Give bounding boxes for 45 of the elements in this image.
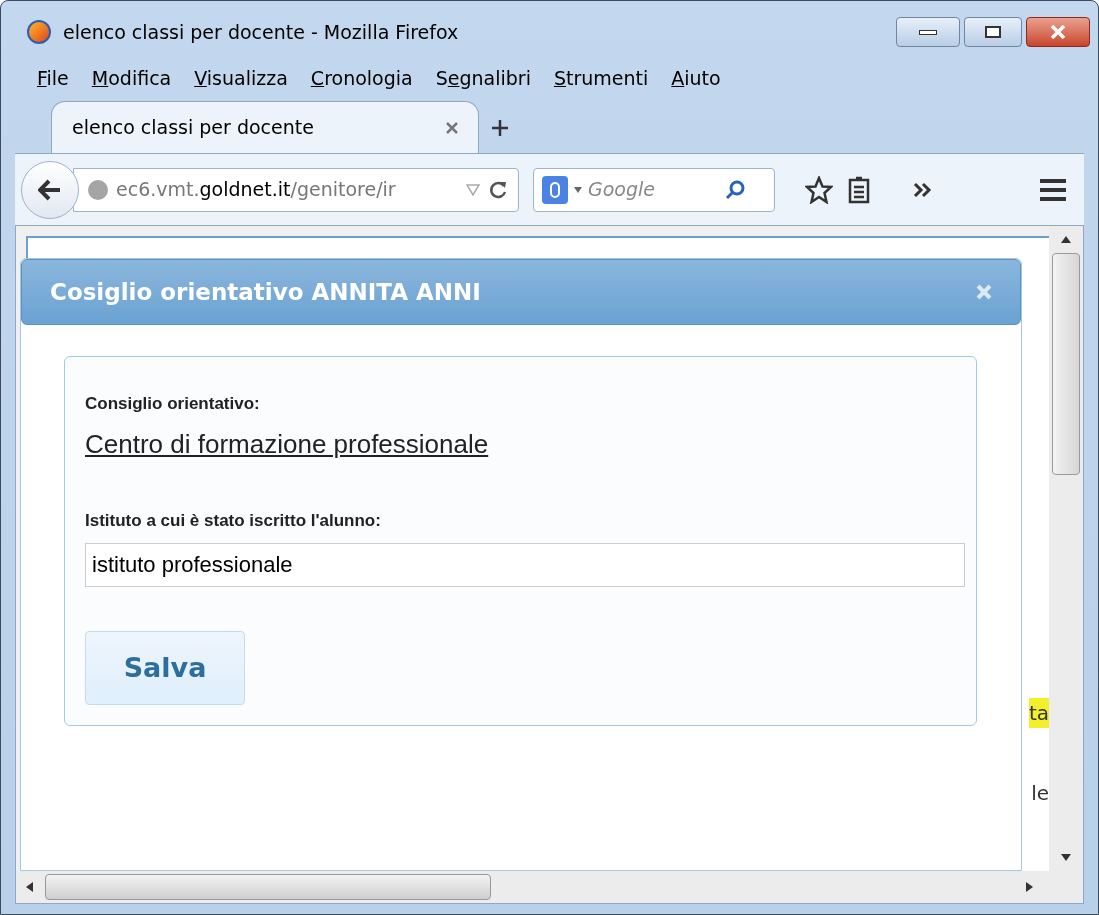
browser-tab[interactable]: elenco classi per docente <box>51 101 479 153</box>
scrollbar-thumb[interactable] <box>45 874 491 900</box>
search-field[interactable]: Google <box>533 167 775 212</box>
scroll-left-icon[interactable] <box>26 882 33 892</box>
menu-item[interactable]: Aiuto <box>671 63 721 93</box>
field-label: Istituto a cui è stato iscritto l'alunno: <box>85 509 382 532</box>
field-label: Consiglio orientativo: <box>85 393 261 415</box>
menu-icon[interactable] <box>1038 177 1068 202</box>
window-title: elenco classi per docente - Mozilla Firefox <box>63 19 459 45</box>
school-input-field[interactable]: istituto professionale <box>85 543 965 587</box>
menu-item[interactable]: Modifica <box>91 63 172 93</box>
star-icon[interactable] <box>805 175 833 204</box>
menu-item[interactable]: Visualizza <box>194 63 288 93</box>
menu-item[interactable]: Strumenti <box>553 63 649 93</box>
vertical-scrollbar[interactable] <box>1049 226 1083 871</box>
search-icon[interactable] <box>724 178 746 201</box>
search-input-field[interactable]: Google <box>588 175 718 204</box>
close-tab-icon[interactable] <box>446 121 458 134</box>
close-button[interactable] <box>1026 17 1090 47</box>
back-arrow-icon <box>38 178 62 201</box>
caret-icon[interactable] <box>574 186 582 193</box>
horizontal-scrollbar[interactable] <box>16 871 1083 903</box>
save-button[interactable]: Salva <box>85 631 245 705</box>
dialog-title: Cosiglio orientativo ANNITA ANNI <box>50 277 481 307</box>
close-icon <box>1050 25 1066 39</box>
menu-item[interactable]: Segnalibri <box>435 63 531 93</box>
browser-logo-icon <box>27 20 51 44</box>
scroll-right-icon[interactable] <box>1026 882 1033 892</box>
chevrons-icon[interactable] <box>913 181 933 198</box>
scroll-down-icon[interactable] <box>1061 854 1071 861</box>
address-field[interactable]: ec6.vmt.goldnet.it/genitore/ir <box>73 167 519 212</box>
scroll-up-icon[interactable] <box>1061 236 1071 243</box>
advice-value: Centro di formazione professionale <box>85 427 489 461</box>
scrollbar-thumb[interactable] <box>1052 253 1080 475</box>
maximize-button[interactable] <box>964 17 1022 47</box>
clipboard-icon[interactable] <box>847 175 871 204</box>
page-text: ta <box>1028 698 1049 728</box>
minimize-button[interactable] <box>896 17 960 47</box>
page-text: le <box>1031 780 1049 807</box>
search-engine-icon[interactable] <box>542 175 568 204</box>
new-tab-icon[interactable] <box>491 119 509 137</box>
reload-icon[interactable] <box>488 179 508 200</box>
menu-item[interactable]: File <box>37 63 69 93</box>
globe-icon <box>88 179 108 200</box>
menu-item[interactable]: Cronologia <box>310 63 413 93</box>
